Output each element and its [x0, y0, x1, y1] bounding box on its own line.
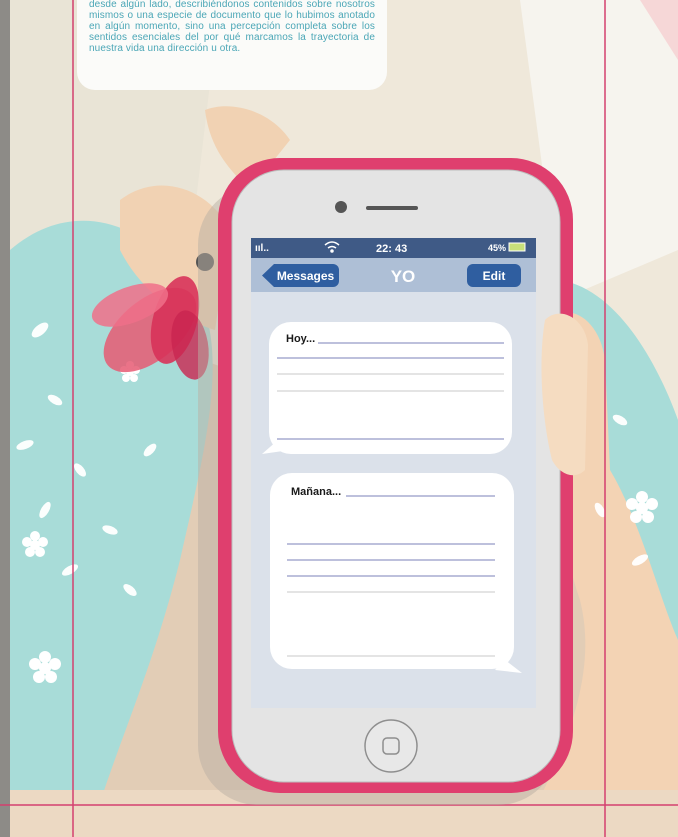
intro-text-card: ncuentra el Proyecto de Vida no es una r… [77, 0, 387, 90]
battery-level: 45% [488, 243, 507, 253]
background-illustration [0, 0, 678, 837]
signal-strength: ııl.. [255, 243, 269, 254]
intro-paragraph: ncuentra el Proyecto de Vida no es una r… [89, 0, 375, 54]
bubble-today-label: Hoy... [286, 333, 316, 345]
messages-back-button[interactable]: Messages [262, 264, 339, 287]
back-button-label: Messages [276, 268, 335, 283]
conversation-title: YO [390, 267, 416, 286]
bubble-tomorrow-label: Mañana... [291, 486, 342, 498]
battery-icon [509, 243, 525, 251]
edit-button[interactable]: Edit [467, 264, 521, 287]
edit-button-label: Edit [482, 268, 506, 283]
home-button[interactable] [365, 720, 417, 772]
status-time: 22: 43 [376, 243, 408, 255]
